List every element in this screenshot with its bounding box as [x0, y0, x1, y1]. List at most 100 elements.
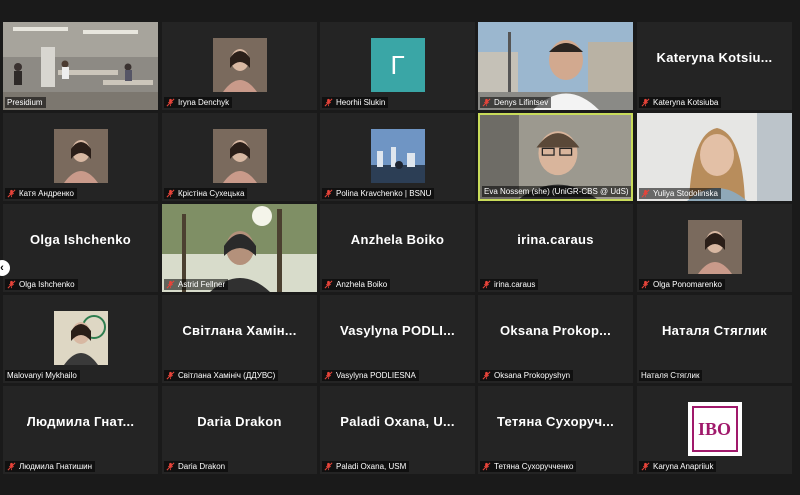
participant-name: Людмила Гнатишин — [19, 462, 93, 471]
participant-tile[interactable]: Людмила Гнат... Людмила Гнатишин — [3, 386, 158, 474]
participant-tile[interactable]: Крістіна Сухецька — [162, 113, 317, 201]
participant-name-label: Daria Drakon — [164, 461, 229, 472]
participant-tile[interactable]: Polina Kravchenko | BSNU — [320, 113, 475, 201]
microphone-muted-icon — [324, 189, 333, 198]
participant-photo — [53, 311, 108, 365]
participant-name-label: irina.caraus — [480, 279, 539, 290]
participant-name-label: Olga Ishchenko — [5, 279, 78, 290]
participant-name-label: Malovanyi Mykhailo — [5, 370, 80, 381]
participant-display-name: Paladi Oxana, U... — [340, 413, 455, 429]
participant-name: Malovanyi Mykhailo — [7, 371, 77, 380]
microphone-muted-icon — [324, 462, 333, 471]
participant-name: Olga Ishchenko — [19, 280, 75, 289]
participant-display-name: Olga Ishchenko — [29, 231, 131, 247]
microphone-muted-icon — [166, 462, 175, 471]
participant-tile[interactable]: Г Heorhii Slukin — [320, 22, 475, 110]
participant-photo — [370, 129, 425, 183]
participant-photo — [212, 38, 267, 92]
participant-name-label: Olga Ponomarenko — [639, 279, 725, 290]
participant-name: Iryna Denchyk — [178, 98, 230, 107]
participant-tile[interactable]: Катя Андренко — [3, 113, 158, 201]
participant-name: Наталя Стяглик — [641, 371, 700, 380]
participant-name-label: Тетяна Сухоручченко — [480, 461, 577, 472]
participant-tile[interactable]: irina.caraus irina.caraus — [478, 204, 633, 292]
participant-name: Eva Nossem (she) (UniGR-CBS @ UdS) — [484, 187, 629, 196]
participant-tile[interactable]: Malovanyi Mykhailo — [3, 295, 158, 383]
microphone-muted-icon — [324, 98, 333, 107]
participant-name-label: Anzhela Boiko — [322, 279, 391, 290]
participant-photo — [53, 129, 108, 183]
participant-tile[interactable]: Світлана Хамін... Світлана Хамініч (ДДУВС… — [162, 295, 317, 383]
participant-tile[interactable]: Iryna Denchyk — [162, 22, 317, 110]
microphone-muted-icon — [7, 280, 16, 289]
microphone-muted-icon — [166, 98, 175, 107]
microphone-muted-icon — [641, 98, 650, 107]
microphone-muted-icon — [324, 280, 333, 289]
participant-tile[interactable]: Presidium — [3, 22, 158, 110]
participant-tile[interactable]: Anzhela Boiko Anzhela Boiko — [320, 204, 475, 292]
participant-display-name: irina.caraus — [517, 231, 594, 247]
participant-name: irina.caraus — [494, 280, 536, 289]
participant-name: Paladi Oxana, USM — [336, 462, 407, 471]
avatar-initial-letter: Г — [390, 49, 405, 80]
participant-name-label: Heorhii Slukin — [322, 97, 389, 108]
participant-name: Катя Андренко — [19, 189, 74, 198]
participant-display-name: Тетяна Сухоруч... — [496, 413, 615, 429]
participant-name-label: Крістіна Сухецька — [164, 188, 248, 199]
microphone-muted-icon — [482, 462, 491, 471]
participant-name: Тетяна Сухоручченко — [494, 462, 574, 471]
participant-tile[interactable]: Наталя Стяглик Наталя Стяглик — [637, 295, 792, 383]
participant-tile[interactable]: Denys Lifintsev — [478, 22, 633, 110]
microphone-muted-icon — [7, 189, 16, 198]
microphone-muted-icon — [482, 371, 491, 380]
participant-display-name: Daria Drakon — [197, 413, 282, 429]
participant-tile[interactable]: Eva Nossem (she) (UniGR-CBS @ UdS) — [478, 113, 633, 201]
participant-tile[interactable]: Тетяна Сухоруч... Тетяна Сухоручченко — [478, 386, 633, 474]
microphone-muted-icon — [641, 280, 650, 289]
participant-name: Anzhela Boiko — [336, 280, 388, 289]
participant-display-name: Людмила Гнат... — [26, 413, 135, 429]
participant-name: Крістіна Сухецька — [178, 189, 245, 198]
participant-tile[interactable]: Kateryna Kotsiu... Kateryna Kotsiuba — [637, 22, 792, 110]
participant-name: Daria Drakon — [178, 462, 226, 471]
participant-display-name: Anzhela Boiko — [350, 231, 445, 247]
participant-tile[interactable]: Oksana Prokop... Oksana Prokopyshyn — [478, 295, 633, 383]
participant-name-label: Наталя Стяглик — [639, 370, 703, 381]
participant-name-label: Iryna Denchyk — [164, 97, 233, 108]
participant-name-label: Astrid Fellner — [164, 279, 229, 290]
participant-name-label: Karyna Anapriiuk — [639, 461, 717, 472]
participant-name: Denys Lifintsev — [494, 98, 549, 107]
microphone-muted-icon — [7, 462, 16, 471]
participant-name-label: Paladi Oxana, USM — [322, 461, 410, 472]
participant-name-label: Polina Kravchenko | BSNU — [322, 188, 435, 199]
participant-name: Світлана Хамініч (ДДУВС) — [178, 371, 276, 380]
participant-name: Heorhii Slukin — [336, 98, 386, 107]
microphone-muted-icon — [166, 371, 175, 380]
participant-tile[interactable]: Vasylyna PODLI... Vasylyna PODLIESNA — [320, 295, 475, 383]
participant-tile[interactable]: IBO Karyna Anapriiuk — [637, 386, 792, 474]
participant-tile[interactable]: Astrid Fellner — [162, 204, 317, 292]
participant-name: Polina Kravchenko | BSNU — [336, 189, 432, 198]
participant-name: Oksana Prokopyshyn — [494, 371, 571, 380]
microphone-muted-icon — [482, 280, 491, 289]
participant-tile[interactable]: Olga Ponomarenko — [637, 204, 792, 292]
microphone-muted-icon — [166, 280, 175, 289]
participant-name-label: Presidium — [5, 97, 46, 108]
participant-name: Yuliya Stodolinska — [653, 189, 718, 198]
participant-name: Vasylyna PODLIESNA — [336, 371, 416, 380]
participant-tile[interactable]: Paladi Oxana, U... Paladi Oxana, USM — [320, 386, 475, 474]
participant-tile[interactable]: Yuliya Stodolinska — [637, 113, 792, 201]
participant-name-label: Vasylyna PODLIESNA — [322, 370, 419, 381]
participant-tile[interactable]: Daria Drakon Daria Drakon — [162, 386, 317, 474]
participant-photo — [212, 129, 267, 183]
participant-tile[interactable]: Olga Ishchenko Olga Ishchenko — [3, 204, 158, 292]
microphone-muted-icon — [324, 371, 333, 380]
participant-name: Astrid Fellner — [178, 280, 226, 289]
microphone-muted-icon — [482, 98, 491, 107]
participant-display-name: Kateryna Kotsiu... — [656, 49, 773, 65]
participant-name-label: Eva Nossem (she) (UniGR-CBS @ UdS) — [482, 186, 631, 197]
participant-display-name: Світлана Хамін... — [182, 322, 297, 338]
participant-name-label: Людмила Гнатишин — [5, 461, 96, 472]
participant-name: Kateryna Kotsiuba — [653, 98, 719, 107]
participant-photo — [687, 220, 742, 274]
